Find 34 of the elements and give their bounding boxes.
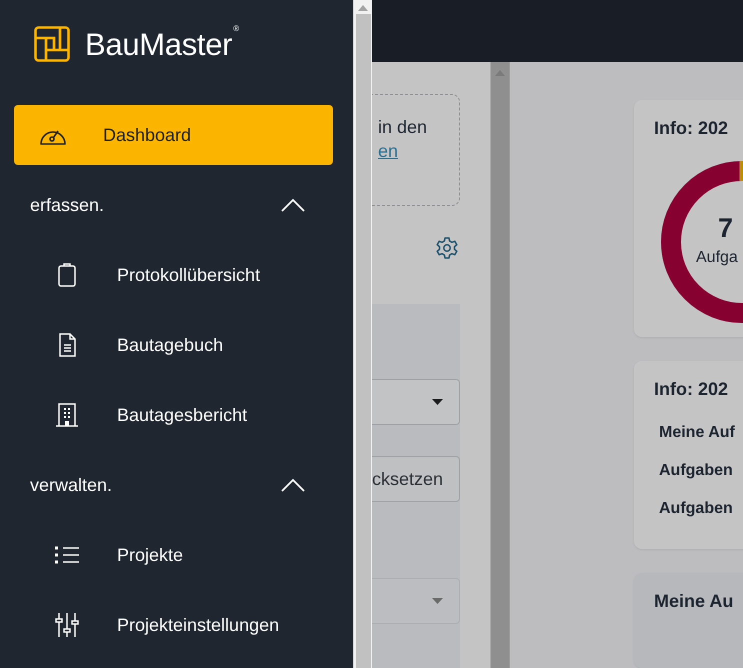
scrollbar-thumb[interactable] <box>356 14 370 668</box>
total-count: 7 <box>718 213 734 244</box>
document-icon <box>57 332 77 358</box>
section-heading: verwalten. <box>30 474 112 496</box>
card-title: Info: 202 <box>654 118 730 139</box>
registered-mark: ® <box>233 24 240 33</box>
sliders-icon <box>55 612 79 638</box>
card-title: Meine Au <box>654 591 734 612</box>
chevron-up-icon[interactable] <box>281 478 305 492</box>
building-icon <box>55 402 79 428</box>
info-row-label: Meine Auf <box>659 424 736 442</box>
caret-icon <box>432 399 443 405</box>
nav-item[interactable]: Bautagesbericht <box>14 385 333 445</box>
nav-item[interactable]: Bautagebuch <box>14 315 333 375</box>
brand-name: BauMaster <box>85 27 232 62</box>
total-label: Aufga <box>696 249 738 267</box>
section-heading: erfassen. <box>30 194 104 216</box>
scroll-up-arrow-icon[interactable] <box>358 5 368 11</box>
hint-text: in den <box>378 116 428 139</box>
nav-item[interactable]: Dashboard <box>14 105 333 165</box>
settings-icon[interactable] <box>435 236 459 260</box>
info-row-label: Aufgaben <box>659 462 734 480</box>
clipboard-icon <box>57 262 77 288</box>
nav-item[interactable]: Projekteinstellungen <box>14 595 333 655</box>
reset-button[interactable]: cksetzen <box>372 456 460 502</box>
chevron-up-icon[interactable] <box>281 198 305 212</box>
list-icon <box>54 545 80 565</box>
nav-item[interactable]: Protokollübersicht <box>14 245 333 305</box>
info-row-label: Aufgaben <box>659 500 734 518</box>
caret-icon <box>432 598 443 604</box>
nav-item[interactable]: Projekte <box>14 525 333 585</box>
card-title: Info: 202 <box>654 379 730 400</box>
logo-icon <box>34 26 70 62</box>
scrollbar[interactable] <box>490 62 510 668</box>
